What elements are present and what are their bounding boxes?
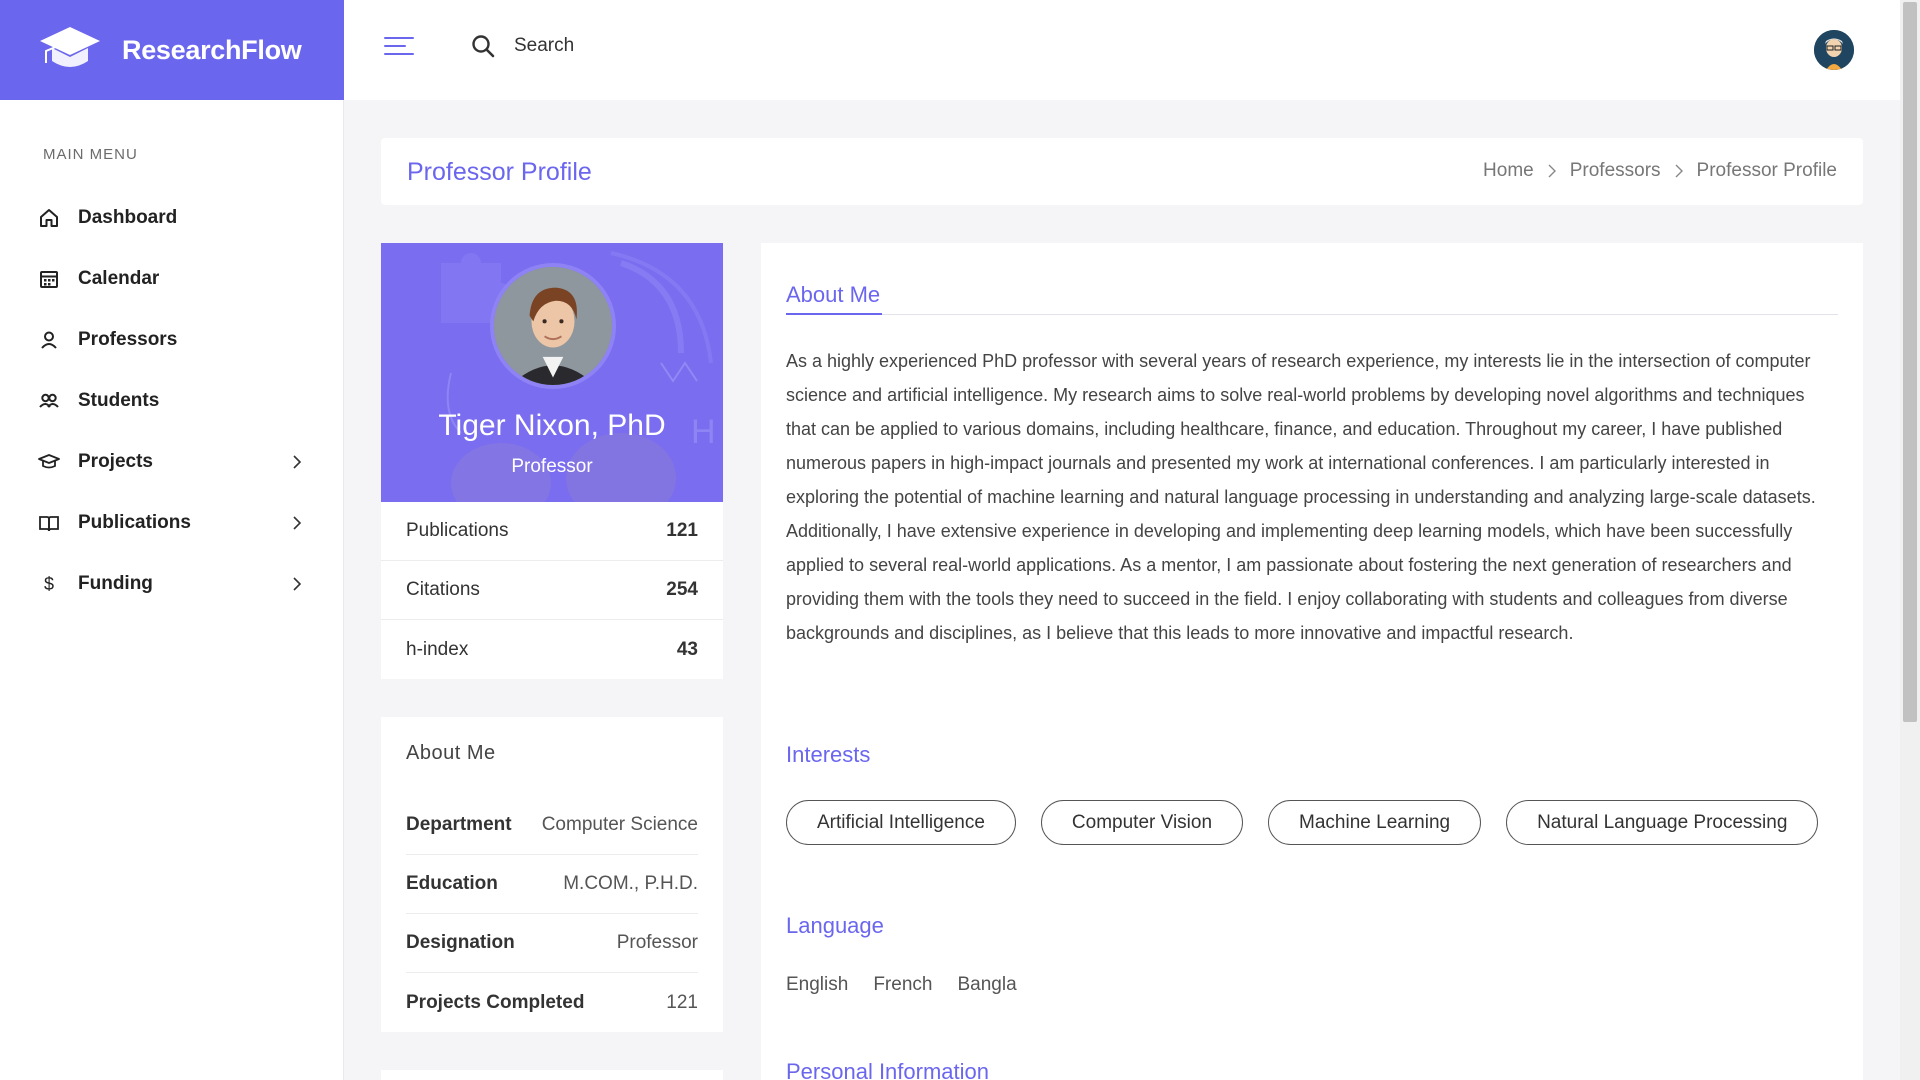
interest-tag[interactable]: Machine Learning	[1268, 800, 1482, 845]
profile-role: Professor	[511, 456, 593, 477]
profile-banner: H Tiger Nixon, PhD Professor	[381, 243, 723, 502]
sidebar-item-students[interactable]: Students	[0, 370, 344, 431]
about-section-title: About Me	[786, 282, 881, 307]
profile-name: Tiger Nixon, PhD	[438, 409, 666, 442]
search-icon[interactable]	[470, 33, 496, 59]
graduation-cap-logo-icon	[40, 27, 100, 67]
main-menu-title: MAIN MENU	[43, 146, 138, 163]
sidebar-item-label: Students	[78, 389, 160, 411]
breadcrumb-home[interactable]: Home	[1483, 160, 1534, 182]
stat-row-publications: Publications 121	[381, 502, 723, 561]
language-item: English	[786, 974, 849, 995]
interest-tag[interactable]: Computer Vision	[1040, 800, 1244, 845]
section-divider	[786, 314, 1838, 315]
sidebar: MAIN MENU Dashboard Calendar Professors …	[0, 100, 344, 1080]
sidebar-item-label: Publications	[78, 511, 191, 533]
app-name: ResearchFlow	[122, 34, 302, 65]
interests-section-title: Interests	[786, 742, 871, 767]
about-card-title: About Me	[406, 742, 496, 764]
info-value: Computer Science	[541, 814, 698, 835]
stat-value: 254	[666, 579, 698, 600]
breadcrumb-professors[interactable]: Professors	[1570, 160, 1661, 182]
stat-label: Citations	[406, 579, 480, 600]
graduation-cap-icon	[38, 453, 60, 468]
language-list: English French Bangla	[786, 974, 1042, 996]
search-input[interactable]	[514, 35, 814, 57]
sidebar-item-label: Dashboard	[78, 206, 178, 228]
chevron-right-icon	[1548, 164, 1556, 178]
interest-tag[interactable]: Artificial Intelligence	[786, 800, 1016, 845]
home-icon	[40, 208, 58, 227]
page-title: Professor Profile	[407, 158, 592, 186]
info-key: Education	[406, 873, 498, 894]
sidebar-item-label: Funding	[78, 572, 153, 594]
profile-card: H Tiger Nixon, PhD Professor Publication…	[381, 243, 723, 679]
stat-label: h-index	[406, 638, 469, 660]
users-icon	[39, 393, 59, 408]
stat-value: 43	[676, 638, 698, 660]
scrollbar-thumb[interactable]	[1903, 2, 1917, 722]
portrait-illustration-icon	[494, 267, 612, 385]
chevron-right-icon	[293, 515, 302, 530]
info-row-projects-completed: Projects Completed 121	[406, 973, 698, 1032]
sidebar-item-projects[interactable]: Projects	[0, 431, 344, 492]
book-icon	[39, 515, 59, 531]
dollar-icon: $	[44, 574, 54, 594]
section-divider-accent	[786, 313, 882, 315]
info-value: 121	[666, 991, 698, 1013]
sidebar-item-calendar[interactable]: Calendar	[0, 248, 344, 309]
profile-stats: Publications 121 Citations 254 h-index 4…	[381, 502, 723, 679]
sidebar-item-label: Calendar	[78, 267, 160, 289]
info-row-designation: Designation Professor	[406, 914, 698, 973]
user-avatar[interactable]	[1814, 30, 1854, 70]
svg-text:$: $	[44, 574, 54, 594]
interest-tag[interactable]: Natural Language Processing	[1506, 800, 1819, 845]
next-card-partial	[381, 1070, 723, 1080]
breadcrumb: Home Professors Professor Profile	[1483, 160, 1837, 182]
chevron-right-icon	[293, 454, 302, 469]
info-row-department: Department Computer Science	[406, 796, 698, 855]
language-item: Bangla	[957, 974, 1017, 995]
page-scrollbar[interactable]	[1900, 0, 1920, 1080]
about-info-list: Department Computer Science Education M.…	[406, 796, 698, 1032]
chevron-right-icon	[1675, 164, 1683, 178]
sidebar-item-professors[interactable]: Professors	[0, 309, 344, 370]
info-value: Professor	[616, 932, 698, 953]
stat-row-h-index: h-index 43	[381, 620, 723, 679]
stat-row-citations: Citations 254	[381, 561, 723, 620]
breadcrumb-current: Professor Profile	[1696, 160, 1837, 181]
user-icon	[41, 331, 57, 349]
info-key: Department	[406, 814, 512, 835]
stat-label: Publications	[406, 520, 509, 541]
sidebar-item-label: Projects	[78, 450, 153, 472]
sidebar-item-label: Professors	[78, 328, 178, 350]
profile-photo	[490, 263, 616, 389]
info-value: M.COM., P.H.D.	[563, 873, 698, 894]
sidebar-item-publications[interactable]: Publications	[0, 492, 344, 553]
about-description: As a highly experienced PhD professor wi…	[786, 351, 1816, 643]
info-row-education: Education M.COM., P.H.D.	[406, 855, 698, 914]
brand-logo[interactable]: ResearchFlow	[0, 0, 344, 100]
info-key: Designation	[406, 932, 515, 953]
top-header	[344, 0, 1900, 100]
interests-list: Artificial Intelligence Computer Vision …	[786, 800, 1843, 845]
language-section-title: Language	[786, 913, 884, 938]
profile-details-card: About Me As a highly experienced PhD pro…	[761, 243, 1863, 1080]
personal-info-section-title: Personal Information	[786, 1059, 989, 1080]
info-key: Projects Completed	[406, 991, 585, 1013]
sidebar-item-funding[interactable]: $ Funding	[0, 553, 344, 614]
chevron-right-icon	[293, 576, 302, 591]
calendar-icon	[40, 270, 58, 288]
page-header: Professor Profile Home Professors Profes…	[381, 138, 1863, 205]
stat-value: 121	[666, 520, 698, 541]
language-item: French	[873, 974, 933, 995]
sidebar-item-dashboard[interactable]: Dashboard	[0, 187, 344, 248]
main-menu: Dashboard Calendar Professors Students P…	[0, 187, 344, 614]
about-info-card: About Me Department Computer Science Edu…	[381, 717, 723, 1032]
search-bar	[470, 33, 814, 59]
avatar-illustration-icon	[1814, 30, 1854, 70]
menu-toggle-icon[interactable]	[384, 37, 414, 61]
